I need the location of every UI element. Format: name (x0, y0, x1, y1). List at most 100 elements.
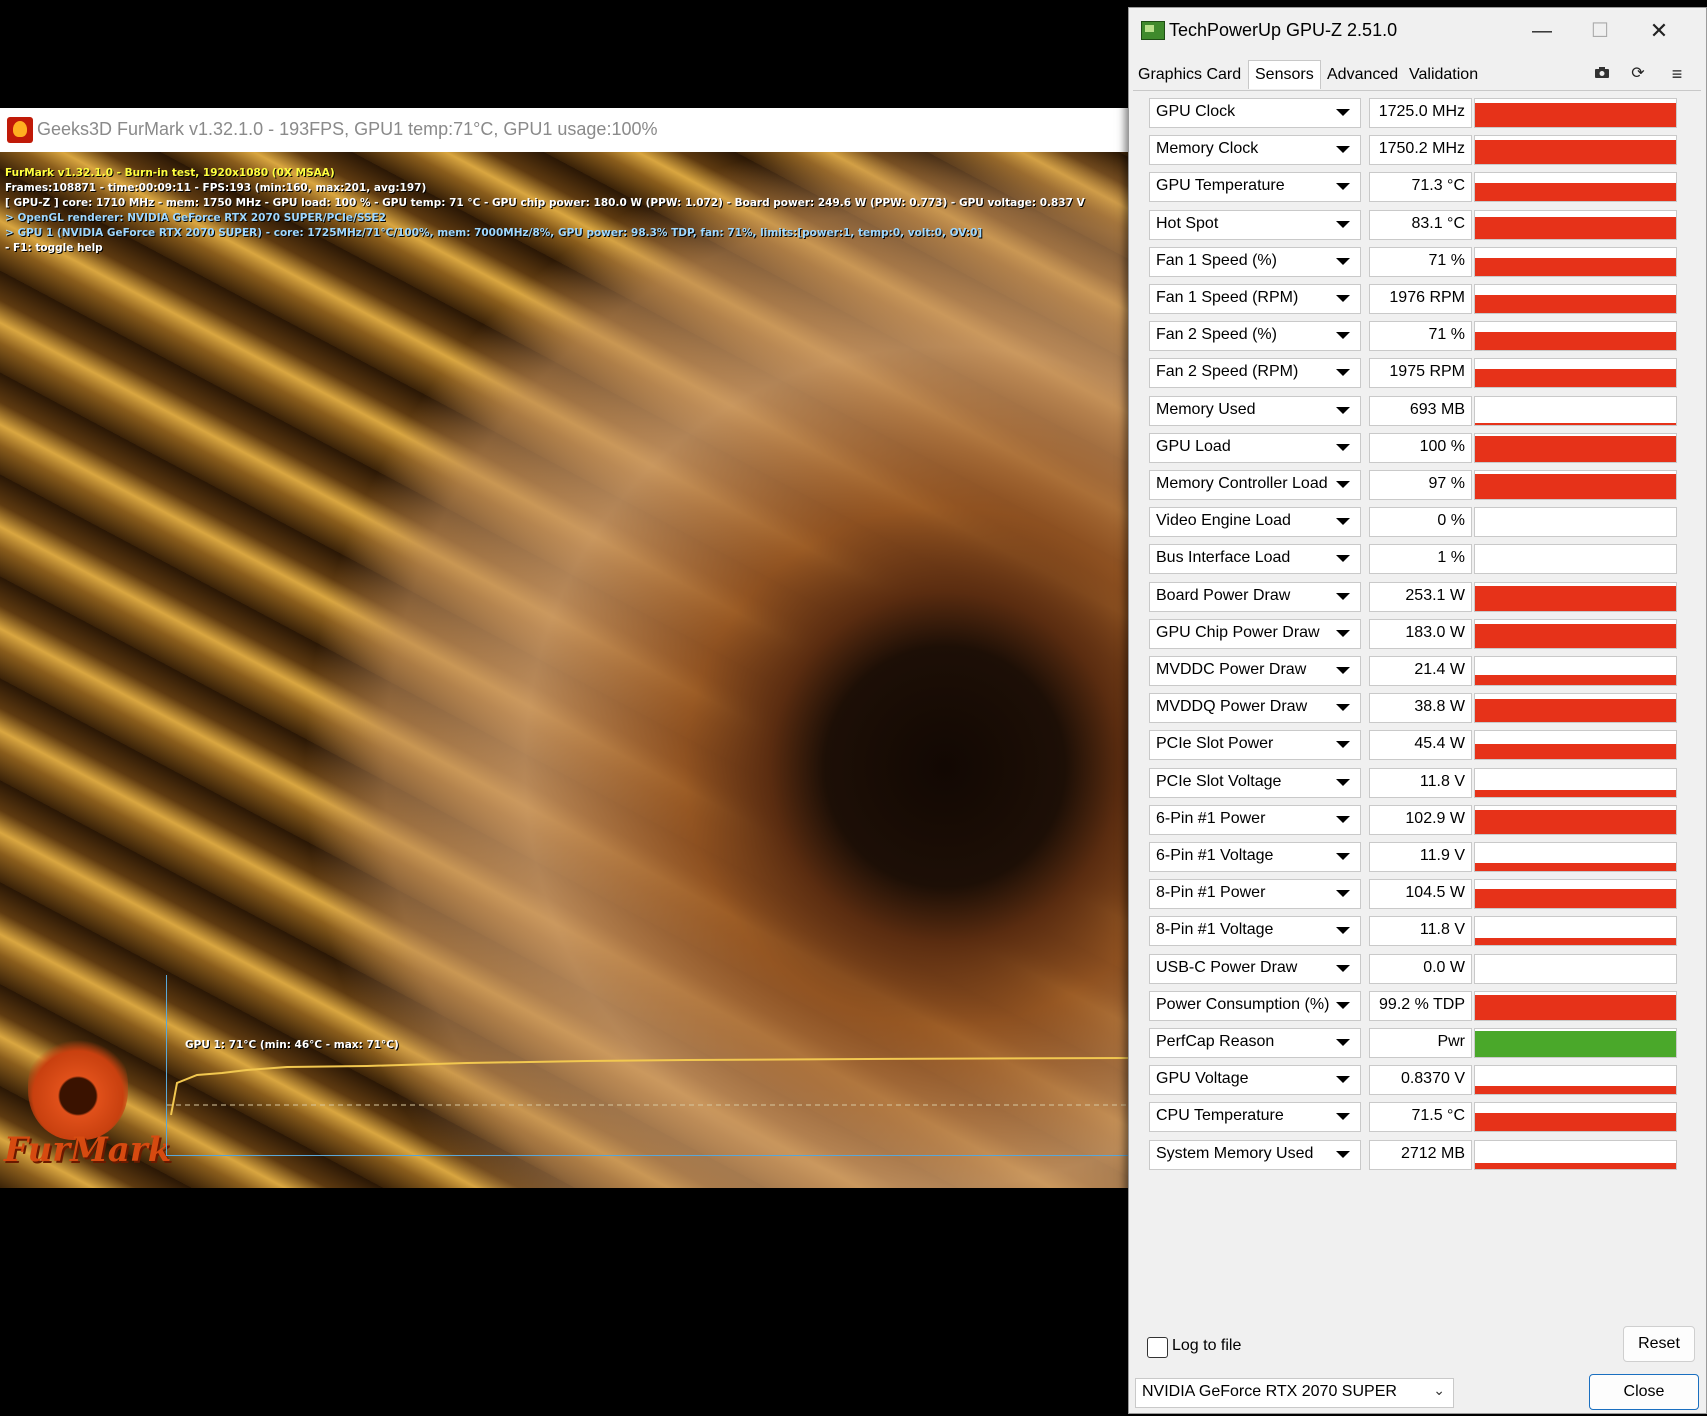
sensors-panel: GPU Clock 1725.0 MHz Memory Clock 1750.2 MH… (1133, 90, 1701, 1376)
sensor-name-dropdown[interactable]: Video Engine Load (1149, 507, 1361, 538)
dropdown-arrow-icon (1336, 815, 1350, 823)
sensor-value-box: 2712 MB (1369, 1139, 1472, 1170)
sensor-name-dropdown[interactable]: MVDDC Power Draw (1149, 656, 1361, 686)
sensor-graph[interactable] (1474, 953, 1677, 984)
dropdown-arrow-icon (1336, 1039, 1350, 1046)
menu-icon[interactable]: ≡ (1664, 62, 1690, 86)
sensor-row: Bus Interface Load 1 % (1133, 544, 1701, 575)
sensor-graph[interactable] (1474, 209, 1677, 240)
sensor-name-dropdown[interactable]: Fan 1 Speed (RPM) (1149, 284, 1361, 314)
sensor-graph[interactable] (1474, 767, 1677, 798)
sensor-name-dropdown[interactable]: PCIe Slot Voltage (1149, 767, 1361, 798)
tab-sensors[interactable]: Sensors (1248, 60, 1321, 89)
sensor-graph[interactable] (1474, 135, 1677, 166)
sensor-name-dropdown[interactable]: USB-C Power Draw (1149, 953, 1361, 984)
sensor-name-dropdown[interactable]: Fan 2 Speed (RPM) (1149, 358, 1361, 389)
minimize-button[interactable]: — (1513, 14, 1571, 48)
tab-advanced[interactable]: Advanced (1321, 62, 1404, 88)
sensor-name-dropdown[interactable]: 6-Pin #1 Voltage (1149, 842, 1361, 872)
maximize-button[interactable]: ☐ (1571, 14, 1629, 48)
sensor-name-dropdown[interactable]: Board Power Draw (1149, 581, 1361, 612)
sensor-row: Fan 1 Speed (%) 71 % (1133, 246, 1701, 277)
log-to-file-checkbox[interactable] (1147, 1337, 1168, 1358)
dropdown-arrow-icon (1336, 629, 1350, 637)
sensor-name-dropdown[interactable]: CPU Temperature (1149, 1102, 1361, 1133)
sensor-graph[interactable] (1474, 98, 1677, 128)
sensor-value: 0.8370 V (1400, 1070, 1465, 1088)
sensor-graph[interactable] (1474, 470, 1677, 500)
tab-validation[interactable]: Validation (1403, 62, 1484, 88)
sensor-name-dropdown[interactable]: Memory Clock (1149, 135, 1361, 166)
sensor-value-box: 71.5 °C (1369, 1102, 1472, 1133)
sensor-name: Memory Clock (1156, 140, 1259, 158)
sensor-value-box: 1725.0 MHz (1369, 98, 1472, 128)
sensor-name-dropdown[interactable]: GPU Clock (1149, 98, 1361, 128)
sensor-value-box: 693 MB (1369, 395, 1472, 426)
sensor-graph[interactable] (1474, 246, 1677, 277)
sensor-graph[interactable] (1474, 842, 1677, 872)
sensor-name-dropdown[interactable]: Memory Controller Load (1149, 470, 1361, 500)
sensor-graph[interactable] (1474, 804, 1677, 835)
sensor-name-dropdown[interactable]: Bus Interface Load (1149, 544, 1361, 575)
sensor-graph[interactable] (1474, 432, 1677, 463)
sensor-name-dropdown[interactable]: GPU Chip Power Draw (1149, 618, 1361, 649)
sensor-value: 1 % (1437, 549, 1465, 567)
sensor-row: GPU Voltage 0.8370 V (1133, 1065, 1701, 1096)
sensor-graph[interactable] (1474, 507, 1677, 538)
sensor-graph[interactable] (1474, 321, 1677, 352)
sensor-name-dropdown[interactable]: GPU Temperature (1149, 172, 1361, 203)
sensor-name-dropdown[interactable]: Hot Spot (1149, 209, 1361, 240)
sensor-value: 97 % (1428, 475, 1465, 492)
sensor-row: PCIe Slot Power 45.4 W (1133, 730, 1701, 761)
camera-icon[interactable] (1589, 62, 1615, 86)
sensor-graph[interactable] (1474, 730, 1677, 761)
sensor-name-dropdown[interactable]: Memory Used (1149, 395, 1361, 426)
sensor-value-box: 38.8 W (1369, 693, 1472, 724)
close-window-button[interactable]: ✕ (1630, 14, 1688, 48)
sensor-name-dropdown[interactable]: Fan 1 Speed (%) (1149, 246, 1361, 277)
sensor-graph[interactable] (1474, 581, 1677, 612)
hud-line: - F1: toggle help (5, 242, 103, 254)
sensor-graph[interactable] (1474, 284, 1677, 314)
sensor-graph[interactable] (1474, 1065, 1677, 1096)
sensor-graph[interactable] (1474, 916, 1677, 947)
sensor-graph[interactable] (1474, 990, 1677, 1021)
reset-button[interactable]: Reset (1623, 1326, 1695, 1362)
sensor-name-dropdown[interactable]: GPU Load (1149, 432, 1361, 463)
sensor-name-dropdown[interactable]: 8-Pin #1 Power (1149, 879, 1361, 910)
sensor-name-dropdown[interactable]: Power Consumption (%) (1149, 990, 1361, 1021)
gpuz-titlebar[interactable]: TechPowerUp GPU-Z 2.51.0 — ☐ ✕ (1129, 8, 1706, 54)
sensor-graph[interactable] (1474, 1139, 1677, 1170)
sensor-value: 104.5 W (1405, 884, 1465, 902)
sensor-name-dropdown[interactable]: 6-Pin #1 Power (1149, 804, 1361, 835)
sensor-graph[interactable] (1474, 358, 1677, 389)
furmark-title: Geeks3D FurMark v1.32.1.0 - 193FPS, GPU1… (37, 119, 658, 139)
sensor-graph[interactable] (1474, 395, 1677, 426)
gpuz-window[interactable]: TechPowerUp GPU-Z 2.51.0 — ☐ ✕ Graphics … (1128, 7, 1707, 1414)
sensor-graph[interactable] (1474, 618, 1677, 649)
sensor-name-dropdown[interactable]: PCIe Slot Power (1149, 730, 1361, 761)
sensor-name-dropdown[interactable]: Fan 2 Speed (%) (1149, 321, 1361, 352)
sensor-name-dropdown[interactable]: GPU Voltage (1149, 1065, 1361, 1096)
sensor-name-dropdown[interactable]: 8-Pin #1 Voltage (1149, 916, 1361, 947)
furmark-titlebar[interactable]: Geeks3D FurMark v1.32.1.0 - 193FPS, GPU1… (0, 108, 1130, 153)
sensor-graph-fill (1475, 257, 1676, 276)
sensor-name-dropdown[interactable]: System Memory Used (1149, 1139, 1361, 1170)
sensor-graph[interactable] (1474, 693, 1677, 724)
sensor-graph[interactable] (1474, 172, 1677, 203)
device-select[interactable]: NVIDIA GeForce RTX 2070 SUPER ⌄ (1135, 1378, 1454, 1408)
sensor-graph[interactable] (1474, 544, 1677, 575)
sensor-name: Fan 1 Speed (RPM) (1156, 289, 1299, 306)
sensor-row: Hot Spot 83.1 °C (1133, 209, 1701, 240)
sensor-graph[interactable] (1474, 1102, 1677, 1133)
refresh-icon[interactable]: ⟳ (1625, 62, 1651, 86)
sensor-graph[interactable] (1474, 1028, 1677, 1058)
close-button[interactable]: Close (1589, 1374, 1699, 1410)
sensor-name-dropdown[interactable]: MVDDQ Power Draw (1149, 693, 1361, 724)
sensor-row: USB-C Power Draw 0.0 W (1133, 953, 1701, 984)
tab-graphics-card[interactable]: Graphics Card (1132, 62, 1247, 88)
sensor-value: 21.4 W (1414, 661, 1465, 678)
sensor-name-dropdown[interactable]: PerfCap Reason (1149, 1028, 1361, 1058)
sensor-graph[interactable] (1474, 879, 1677, 910)
sensor-graph[interactable] (1474, 656, 1677, 686)
